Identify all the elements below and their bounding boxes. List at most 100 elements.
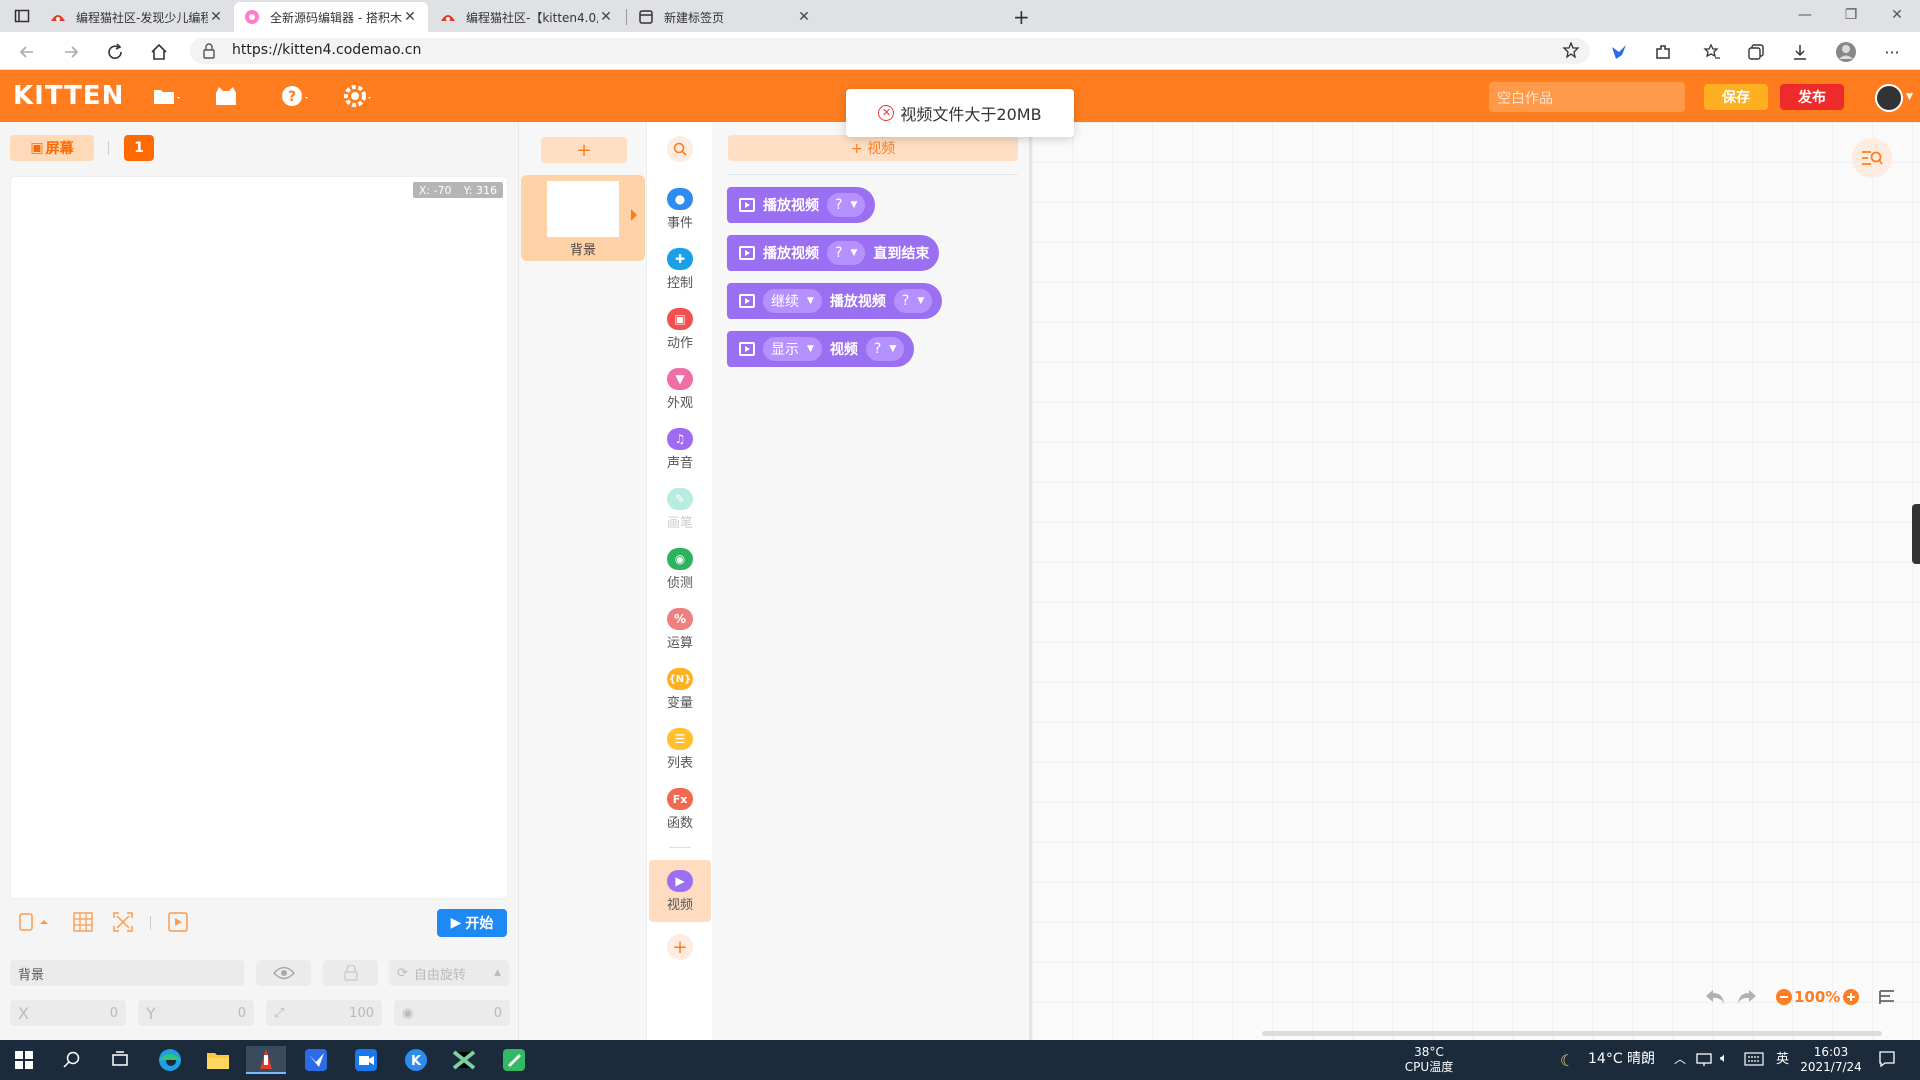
more-menu-icon[interactable]: ···: [1879, 39, 1905, 65]
favorites-icon[interactable]: [1699, 39, 1725, 65]
save-button[interactable]: 保存: [1704, 84, 1768, 110]
workspace-search-button[interactable]: [1852, 138, 1892, 178]
category-looks[interactable]: ▼ 外观: [647, 362, 713, 420]
video-meeting-app-icon[interactable]: [346, 1046, 386, 1074]
stage-canvas[interactable]: X: -70 Y: 316: [10, 176, 508, 899]
extension-bird-icon[interactable]: [1606, 39, 1632, 65]
avatar-dropdown-icon[interactable]: ▼: [1906, 92, 1913, 102]
rotation-mode-select[interactable]: ⟳ 自由旋转 ▲: [389, 960, 509, 986]
block-show-video[interactable]: 显示 ▼ 视频 ? ▼: [727, 331, 915, 367]
video-select-dropdown[interactable]: ? ▼: [865, 337, 905, 361]
lock-icon[interactable]: [202, 43, 216, 63]
block-resume-video[interactable]: 继续 ▼ 播放视频 ? ▼: [727, 283, 943, 319]
add-sprite-button[interactable]: +: [541, 137, 627, 163]
workspace-vertical-scrollbar[interactable]: [1912, 504, 1920, 564]
help-menu-icon[interactable]: ?: [281, 84, 315, 108]
y-position-input[interactable]: Y 0: [138, 1000, 254, 1026]
category-lists[interactable]: ☰ 列表: [647, 722, 713, 780]
downloads-icon[interactable]: [1787, 39, 1813, 65]
work-title-input[interactable]: 空白作品: [1489, 82, 1685, 112]
extensions-icon[interactable]: [1650, 39, 1676, 65]
block-search-icon[interactable]: [667, 136, 693, 162]
block-play-video-until-end[interactable]: 播放视频 ? ▼ 直到结束: [727, 235, 940, 271]
search-icon[interactable]: [52, 1046, 92, 1074]
file-menu-icon[interactable]: [152, 84, 186, 108]
close-tab-icon[interactable]: ✕: [208, 9, 224, 25]
category-motion[interactable]: ▣ 动作: [647, 302, 713, 360]
code-workspace[interactable]: 100%: [1032, 122, 1920, 1040]
k-app-icon[interactable]: K: [396, 1046, 436, 1074]
xmind-app-icon[interactable]: [444, 1046, 484, 1074]
visibility-toggle[interactable]: [256, 960, 311, 986]
start-button[interactable]: ▶ 开始: [437, 909, 507, 937]
undo-icon[interactable]: [1704, 988, 1726, 1010]
profile-icon[interactable]: [1833, 39, 1859, 65]
windows-start-icon[interactable]: [4, 1046, 44, 1074]
add-extension-icon[interactable]: +: [667, 934, 693, 960]
publish-button[interactable]: 发布: [1780, 84, 1844, 110]
file-explorer-icon[interactable]: [198, 1046, 238, 1074]
x-position-input[interactable]: X 0: [10, 1000, 126, 1026]
zoom-out-icon[interactable]: [1775, 988, 1793, 1010]
fullscreen-icon[interactable]: [113, 912, 133, 936]
keyboard-icon[interactable]: [1744, 1052, 1764, 1070]
new-tab-plus-icon[interactable]: +: [1013, 5, 1030, 29]
sprite-card-background[interactable]: 背景: [521, 175, 645, 261]
edge-browser-icon[interactable]: [150, 1046, 190, 1074]
redo-icon[interactable]: [1736, 988, 1758, 1010]
browser-tab-editor[interactable]: 全新源码编辑器 - 搭积木一样有趣 ✕: [234, 2, 428, 32]
task-view-icon[interactable]: [100, 1046, 140, 1074]
category-pen[interactable]: ✎ 画笔: [647, 482, 713, 540]
category-sound[interactable]: ♫ 声音: [647, 422, 713, 480]
minimize-icon[interactable]: —: [1782, 0, 1828, 30]
action-select-dropdown[interactable]: 继续 ▼: [763, 289, 822, 313]
video-select-dropdown[interactable]: ? ▼: [827, 241, 866, 265]
zoom-in-icon[interactable]: [1842, 988, 1860, 1010]
block-play-video[interactable]: 播放视频 ? ▼: [727, 187, 876, 223]
browser-tab-new[interactable]: 新建标签页 ✕: [628, 2, 822, 32]
size-input[interactable]: ⤢ 100: [266, 1000, 382, 1026]
arrange-blocks-icon[interactable]: [1878, 988, 1896, 1010]
close-tab-icon[interactable]: ✕: [402, 9, 418, 25]
notification-icon[interactable]: [1878, 1050, 1896, 1072]
category-control[interactable]: ✚ 控制: [647, 242, 713, 300]
visibility-select-dropdown[interactable]: 显示 ▼: [763, 337, 822, 361]
cat-character-icon[interactable]: [214, 84, 248, 108]
address-bar[interactable]: https://kitten4.codemao.cn: [190, 38, 1590, 64]
add-video-button[interactable]: + 视频: [728, 135, 1018, 161]
category-variables[interactable]: {N} 变量: [647, 662, 713, 720]
category-operators[interactable]: % 运算: [647, 602, 713, 660]
category-events[interactable]: ● 事件: [647, 182, 713, 240]
feishu-app-icon[interactable]: [296, 1046, 336, 1074]
weather-text[interactable]: 14°C 晴朗: [1588, 1052, 1655, 1067]
input-method-indicator[interactable]: 英: [1776, 1052, 1789, 1067]
close-window-icon[interactable]: ✕: [1874, 0, 1920, 30]
forward-icon[interactable]: [58, 39, 84, 65]
green-app-icon[interactable]: [494, 1046, 534, 1074]
clock[interactable]: 16:03 2021/7/24: [1796, 1045, 1866, 1075]
tab-actions-icon[interactable]: [14, 8, 30, 28]
collections-icon[interactable]: [1743, 39, 1769, 65]
video-select-dropdown[interactable]: ? ▼: [893, 289, 933, 313]
restore-icon[interactable]: ❐: [1828, 0, 1874, 30]
grid-icon[interactable]: [73, 912, 93, 936]
direction-input[interactable]: ◉ 0: [394, 1000, 510, 1026]
user-avatar[interactable]: [1875, 84, 1903, 112]
category-functions[interactable]: Fx 函数: [647, 782, 713, 840]
screen-page-number[interactable]: 1: [124, 135, 154, 161]
sprite-name-input[interactable]: 背景: [10, 960, 244, 986]
codemao-kitten-app-icon[interactable]: [246, 1046, 286, 1074]
settings-gear-icon[interactable]: [344, 84, 378, 108]
back-icon[interactable]: [14, 39, 40, 65]
home-icon[interactable]: [146, 39, 172, 65]
record-icon[interactable]: [168, 912, 188, 936]
close-tab-icon[interactable]: ✕: [796, 9, 812, 25]
browser-tab-feedback[interactable]: 编程猫社区-【kitten4.0反馈】遇 ✕: [430, 2, 624, 32]
volume-icon[interactable]: 🔈︎: [1720, 1051, 1728, 1066]
network-icon[interactable]: [1696, 1052, 1712, 1070]
refresh-icon[interactable]: [102, 39, 128, 65]
favorite-add-icon[interactable]: [1562, 41, 1580, 64]
category-video[interactable]: ▶ 视频: [649, 860, 711, 922]
tray-expand-icon[interactable]: ︿: [1674, 1050, 1686, 1067]
browser-tab-community[interactable]: 编程猫社区-发现少儿编程作品 ✕: [40, 2, 234, 32]
